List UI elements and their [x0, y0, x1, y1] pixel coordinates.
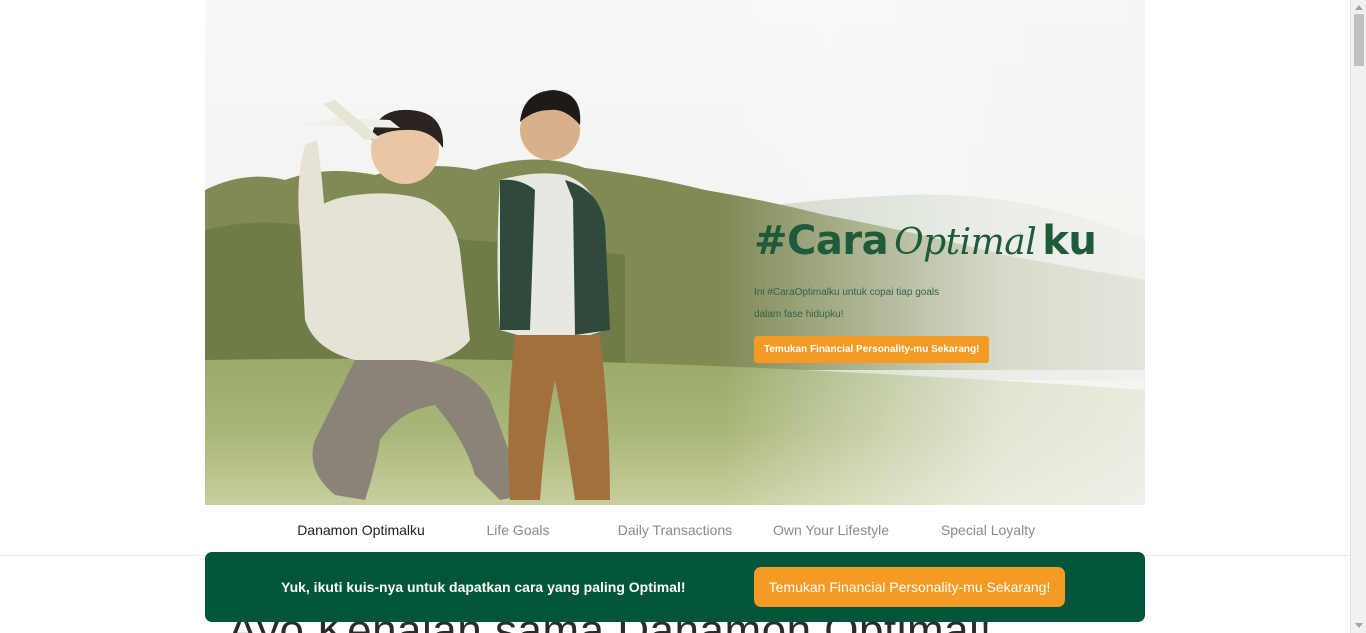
- page: #Cara Optimal ku Ini #CaraOptimalku untu…: [0, 0, 1366, 633]
- tab-life-goals[interactable]: Life Goals: [440, 522, 596, 538]
- tab-daily-transactions[interactable]: Daily Transactions: [597, 522, 753, 538]
- hero-subtitle: Ini #CaraOptimalku untuk copai tiap goal…: [754, 287, 940, 320]
- hero-title-prefix: #Cara: [754, 218, 889, 264]
- quiz-banner-cta-button[interactable]: Temukan Financial Personality-mu Sekaran…: [754, 567, 1065, 607]
- hero-content: #Cara Optimal ku Ini #CaraOptimalku untu…: [754, 218, 1097, 363]
- scroll-down-arrow-icon[interactable]: [1355, 623, 1363, 628]
- quiz-banner: Yuk, ikuti kuis-nya untuk dapatkan cara …: [205, 552, 1145, 622]
- tab-special-loyalty[interactable]: Special Loyalty: [910, 522, 1066, 538]
- hero-title-script: Optimal: [894, 222, 1037, 263]
- scrollbar-thumb[interactable]: [1354, 14, 1364, 66]
- hero-banner: #Cara Optimal ku Ini #CaraOptimalku untu…: [205, 0, 1145, 505]
- tab-own-your-lifestyle[interactable]: Own Your Lifestyle: [753, 522, 909, 538]
- vertical-scrollbar[interactable]: [1350, 0, 1366, 633]
- hero-title-suffix: ku: [1042, 218, 1097, 264]
- hero-title: #Cara Optimal ku: [754, 218, 1097, 264]
- tab-danamon-optimalku[interactable]: Danamon Optimalku: [283, 522, 439, 538]
- tab-bar: Danamon Optimalku Life Goals Daily Trans…: [0, 505, 1350, 556]
- quiz-banner-text: Yuk, ikuti kuis-nya untuk dapatkan cara …: [281, 579, 686, 595]
- scroll-up-arrow-icon[interactable]: [1355, 5, 1363, 10]
- hero-cta-button[interactable]: Temukan Financial Personality-mu Sekaran…: [754, 336, 990, 363]
